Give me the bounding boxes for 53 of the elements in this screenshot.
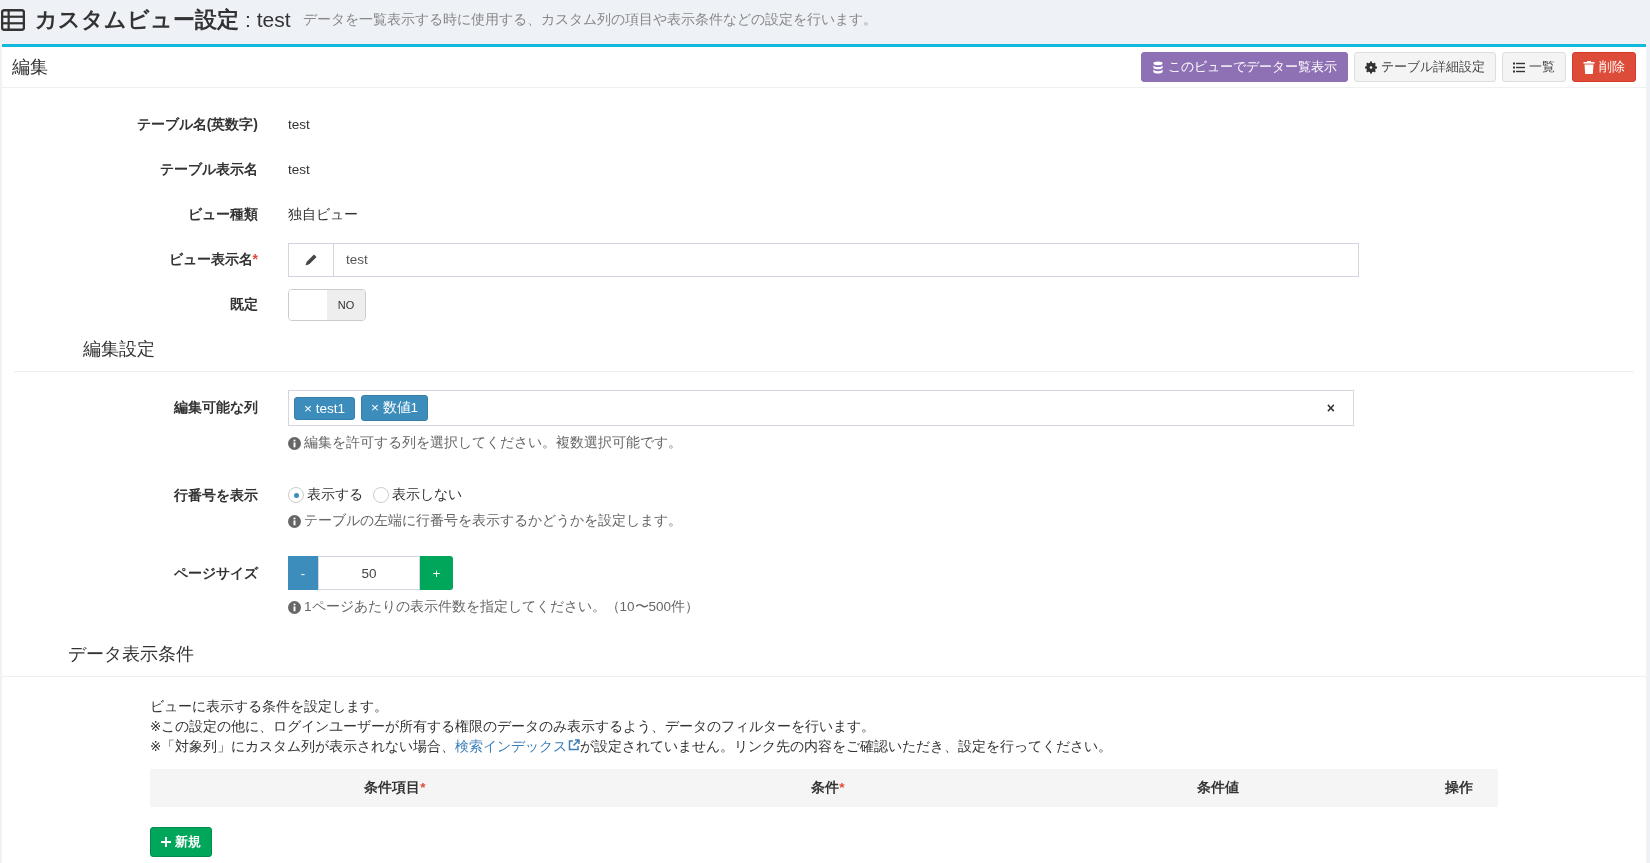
- multi-select-field[interactable]: × test1 × 数値1 ×: [288, 390, 1354, 426]
- note-text: ビューに表示する条件を設定します。: [150, 698, 389, 716]
- decrement-button[interactable]: -: [288, 556, 318, 590]
- field-value: 独自ビュー: [288, 206, 358, 222]
- pencil-icon: [304, 252, 318, 267]
- table-icon: [1, 9, 25, 31]
- text-field[interactable]: test: [333, 242, 1359, 277]
- clear-button[interactable]: ×: [1326, 400, 1335, 416]
- section-heading: データ表示条件: [68, 643, 195, 666]
- info-icon: [288, 514, 301, 528]
- column-header: 条件*: [810, 779, 846, 797]
- trash-icon: [1583, 60, 1595, 74]
- toolbar-button[interactable]: テーブル詳細設定: [1354, 52, 1496, 82]
- field-value: test: [288, 117, 310, 132]
- help-text: テーブルの左端に行番号を表示するかどうかを設定します。: [304, 512, 682, 530]
- tag-chip[interactable]: × test1: [294, 396, 355, 420]
- help-text: 1ページあたりの表示件数を指定してください。（10〜500件）: [304, 598, 700, 616]
- page-subtitle: : test: [245, 8, 291, 32]
- page-description: データを一覧表示する時に使用する、カスタム列の項目や表示条件などの設定を行います。: [302, 11, 877, 29]
- plus-icon: [161, 837, 171, 847]
- note-text: ※「対象列」にカスタム列が表示されない場合、検索インデックス が設定されていません。リンク先の内容をご確認いただき、設定を行ってください。: [150, 738, 1114, 756]
- field-value: test: [288, 162, 310, 177]
- info-icon: [288, 600, 301, 614]
- info-icon: [288, 436, 301, 450]
- external-link-icon: [568, 739, 581, 751]
- field-label: テーブル名(英数字): [135, 115, 258, 134]
- database-icon: [1152, 60, 1164, 74]
- help-text: 編集を許可する列を選択してください。複数選択可能です。: [304, 434, 682, 452]
- number-field[interactable]: 50: [318, 556, 420, 590]
- note-text: ※この設定の他に、ログインユーザーが所有する権限のデータのみ表示するよう、データのフィルターを行います。: [150, 718, 877, 736]
- toolbar-button[interactable]: このビューでデーター覧表示: [1141, 52, 1348, 82]
- field-label: ビュー種類: [187, 205, 258, 224]
- field-label: ビュー表示名*: [167, 250, 258, 269]
- radio-label[interactable]: 表示する: [307, 486, 363, 504]
- toolbar-button[interactable]: 一覧: [1502, 52, 1566, 82]
- column-header: 条件項目*: [363, 779, 427, 797]
- page-title: カスタムビュー設定: [35, 6, 239, 34]
- field-label: 編集可能な列: [172, 398, 258, 417]
- field-label: 行番号を表示: [173, 486, 258, 505]
- field-label: 既定: [229, 295, 258, 314]
- toggle-switch[interactable]: NO: [288, 288, 366, 321]
- list-icon: [1513, 60, 1525, 74]
- search-index-link[interactable]: 検索インデックス: [455, 739, 581, 754]
- tag-chip[interactable]: × 数値1: [360, 395, 429, 421]
- radio-label[interactable]: 表示しない: [392, 486, 462, 504]
- field-label: テーブル表示名: [159, 160, 258, 179]
- column-header: 操作: [1444, 779, 1474, 797]
- toolbar-button[interactable]: 削除: [1572, 52, 1636, 82]
- settings-icon: [1365, 60, 1377, 74]
- section-heading: 編集設定: [83, 338, 156, 361]
- column-header: 条件値: [1196, 779, 1240, 797]
- field-label: ページサイズ: [173, 564, 258, 583]
- panel-title: 編集: [12, 56, 48, 79]
